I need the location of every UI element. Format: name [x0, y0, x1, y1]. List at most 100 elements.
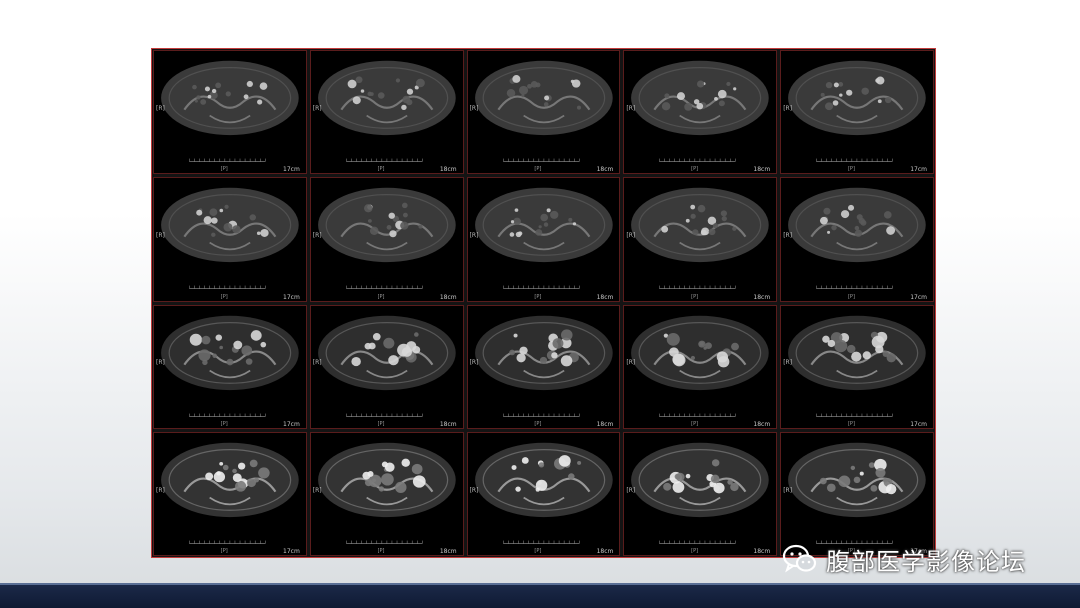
side-orientation-label: [R]: [312, 359, 322, 367]
mri-slice-image: [624, 178, 777, 301]
scale-label: 18cm: [439, 166, 457, 174]
scale-label: 18cm: [439, 548, 457, 555]
bottom-orientation-label: [P]: [377, 548, 385, 554]
mri-slice: [R] [P] 18cm: [466, 431, 621, 556]
mri-image-grid: [R] [P] 17cm [R] [P] 18cm [R] [P] 18cm […: [151, 48, 936, 558]
mri-slice-image: [467, 432, 620, 555]
bottom-orientation-label: [P]: [377, 420, 385, 427]
side-orientation-label: [R]: [156, 359, 165, 367]
mri-slice: [R] [P] 18cm: [466, 177, 621, 302]
side-orientation-label: [R]: [783, 359, 793, 367]
side-orientation-label: [R]: [626, 359, 636, 367]
mri-slice: [R] [P] 17cm: [153, 304, 307, 429]
mri-slice-image: [154, 51, 306, 174]
scale-label: 18cm: [439, 293, 457, 301]
scale-label: 18cm: [753, 420, 771, 428]
bottom-orientation-label: [P]: [847, 420, 855, 427]
side-orientation-label: [R]: [626, 232, 636, 240]
mri-slice-image: [467, 51, 620, 174]
mri-slice: [R] [P] 18cm: [309, 50, 464, 175]
scale-label: 17cm: [283, 166, 300, 174]
mri-slice-image: [781, 178, 933, 301]
scale-label: 17cm: [910, 420, 927, 428]
mri-slice: [R] [P] 18cm: [623, 431, 778, 556]
bottom-orientation-label: [P]: [534, 293, 542, 300]
side-orientation-label: [R]: [469, 486, 479, 494]
scale-label: 18cm: [439, 420, 457, 428]
side-orientation-label: [R]: [783, 104, 793, 112]
mri-slice: [R] [P] 18cm: [466, 304, 621, 429]
mri-slice: [R] [P] 17cm: [153, 50, 307, 175]
side-orientation-label: [R]: [783, 486, 793, 494]
scale-label: 18cm: [753, 293, 771, 301]
scale-label: 18cm: [596, 166, 614, 174]
side-orientation-label: [R]: [626, 104, 636, 112]
bottom-orientation-label: [P]: [377, 293, 385, 300]
scale-label: 18cm: [753, 166, 771, 174]
mri-slice-image: [154, 432, 306, 555]
scale-label: 17cm: [283, 548, 300, 555]
mri-slice-image: [154, 178, 306, 301]
scale-label: 17cm: [283, 420, 300, 428]
mri-slice-image: [310, 51, 463, 174]
watermark-text: 腹部医学影像论坛: [826, 547, 1026, 576]
bottom-orientation-label: [P]: [220, 548, 228, 554]
mri-slice: [R] [P] 18cm: [309, 431, 464, 556]
mri-slice: [R] [P] 18cm: [466, 50, 621, 175]
bottom-orientation-label: [P]: [534, 420, 542, 427]
bottom-orientation-label: [P]: [691, 293, 699, 300]
mri-slice: [R] [P] 18cm: [623, 50, 778, 175]
scale-label: 18cm: [596, 420, 614, 428]
mri-slice: [R] [P] 17cm: [780, 50, 934, 175]
mri-slice-image: [310, 432, 463, 555]
scale-label: 17cm: [283, 293, 300, 301]
side-orientation-label: [R]: [312, 104, 322, 112]
bottom-orientation-label: [P]: [847, 293, 855, 300]
side-orientation-label: [R]: [469, 359, 479, 367]
side-orientation-label: [R]: [783, 232, 793, 240]
side-orientation-label: [R]: [312, 486, 322, 494]
mri-slice-image: [781, 51, 933, 174]
bottom-orientation-label: [P]: [534, 166, 542, 173]
mri-slice: [R] [P] 17cm: [780, 304, 934, 429]
scale-label: 18cm: [596, 548, 614, 555]
scale-label: 17cm: [910, 293, 927, 301]
bottom-orientation-label: [P]: [691, 166, 699, 173]
mri-slice: [R] [P] 18cm: [623, 304, 778, 429]
bottom-orientation-label: [P]: [847, 166, 855, 173]
side-orientation-label: [R]: [469, 232, 479, 240]
bottom-orientation-label: [P]: [534, 548, 542, 554]
mri-slice-image: [310, 178, 463, 301]
scale-label: 18cm: [753, 548, 771, 555]
side-orientation-label: [R]: [626, 486, 636, 494]
mri-slice-image: [467, 178, 620, 301]
mri-slice-image: [781, 432, 933, 555]
wechat-icon: [782, 544, 817, 573]
mri-slice-image: [310, 305, 463, 428]
scale-label: 17cm: [910, 166, 927, 174]
watermark: 腹部医学影像论坛: [782, 540, 1026, 578]
mri-slice-image: [467, 305, 620, 428]
side-orientation-label: [R]: [156, 104, 165, 112]
mri-slice-image: [781, 305, 933, 428]
bottom-orientation-label: [P]: [220, 293, 228, 300]
mri-slice: [R] [P] 17cm: [153, 177, 307, 302]
bottom-orientation-label: [P]: [691, 548, 699, 554]
mri-slice: [R] [P] 18cm: [309, 304, 464, 429]
mri-slice-image: [624, 51, 777, 174]
bottom-orientation-label: [P]: [220, 420, 228, 427]
bottom-orientation-label: [P]: [691, 420, 699, 427]
mri-slice-image: [154, 305, 306, 428]
side-orientation-label: [R]: [156, 232, 165, 240]
mri-slice: [R] [P] 17cm: [153, 431, 307, 556]
mri-slice-image: [624, 305, 777, 428]
bottom-orientation-label: [P]: [220, 166, 228, 173]
mri-slice: [R] [P] 18cm: [309, 177, 464, 302]
side-orientation-label: [R]: [469, 104, 479, 112]
scale-label: 18cm: [596, 293, 614, 301]
side-orientation-label: [R]: [156, 486, 165, 494]
bottom-bar: [0, 583, 1080, 608]
mri-slice: [R] [P] 17cm: [780, 431, 934, 556]
mri-slice: [R] [P] 18cm: [623, 177, 778, 302]
bottom-orientation-label: [P]: [377, 166, 385, 173]
